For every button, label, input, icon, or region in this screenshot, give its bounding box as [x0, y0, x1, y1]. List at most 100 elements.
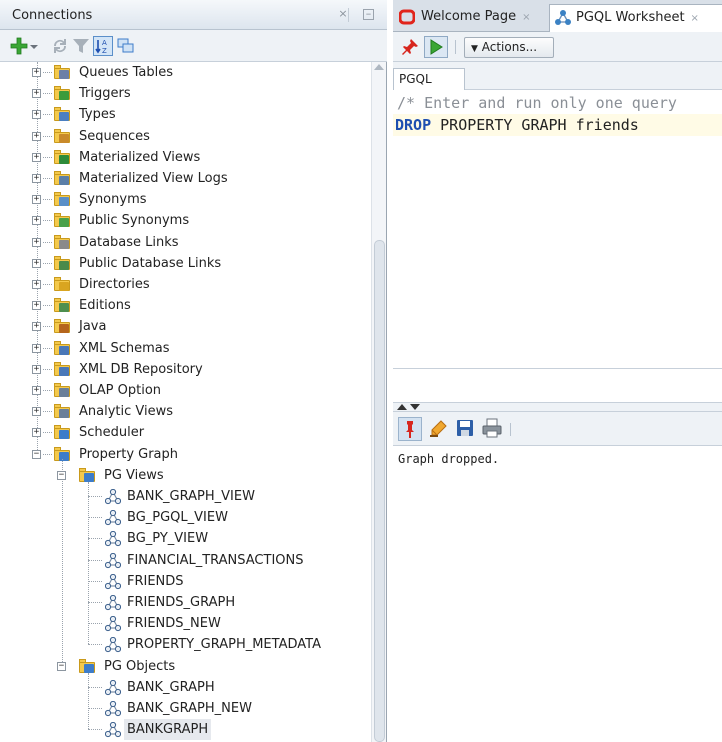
tree-node[interactable]: + Materialized View Logs [0, 168, 371, 189]
refresh-icon[interactable] [51, 37, 69, 55]
tree-node[interactable]: − Property Graph [0, 444, 371, 465]
pin-output-icon[interactable] [398, 417, 422, 441]
clear-output-icon[interactable] [428, 419, 448, 439]
scroll-up-icon[interactable] [374, 64, 384, 70]
print-icon[interactable] [482, 418, 502, 438]
tree-leaf[interactable]: FRIENDS [0, 571, 371, 592]
manage-connections-icon[interactable] [117, 37, 135, 55]
close-icon[interactable]: × [691, 13, 699, 24]
tab-pgql-worksheet[interactable]: PGQL Worksheet × [549, 4, 722, 32]
tree-leaf[interactable]: BG_PGQL_VIEW [0, 507, 371, 528]
synonyms-icon [54, 192, 70, 207]
tree-leaf[interactable]: BG_PY_VIEW [0, 528, 371, 549]
dropdown-arrow-icon[interactable] [30, 37, 38, 55]
graph-icon [105, 679, 121, 695]
tree-leaf[interactable]: BANK_GRAPH_NEW [0, 698, 371, 719]
tree-node-label: Synonyms [79, 192, 147, 208]
expand-icon[interactable]: + [32, 407, 41, 417]
tree-leaf[interactable]: BANKGRAPH [0, 719, 371, 741]
tree-node[interactable]: + Directories [0, 274, 371, 295]
tree-leaf[interactable]: FRIENDS_GRAPH [0, 592, 371, 613]
tree-connector [88, 580, 102, 582]
pane-splitter[interactable] [393, 402, 722, 412]
tree-connector [43, 93, 52, 95]
graph-icon [105, 531, 121, 547]
expand-icon[interactable]: + [32, 322, 41, 332]
output-toolbar [393, 412, 722, 446]
tree-node[interactable]: + Materialized Views [0, 147, 371, 168]
tree-leaf-label: FRIENDS_GRAPH [127, 595, 236, 610]
tree-connector [43, 347, 52, 349]
graph-icon [555, 10, 571, 25]
tree-node[interactable]: + Triggers [0, 83, 371, 104]
pin-icon[interactable] [401, 38, 419, 56]
expand-icon[interactable]: + [32, 216, 41, 226]
tree-connector [43, 326, 52, 328]
collapse-icon[interactable]: − [57, 470, 66, 480]
tree-connector [43, 114, 52, 116]
tree-node[interactable]: + Editions [0, 295, 371, 316]
tree-leaf[interactable]: PROPERTY_GRAPH_METADATA [0, 634, 371, 655]
tree-leaf-label: BANK_GRAPH_VIEW [127, 489, 255, 504]
tree-leaf[interactable]: BANK_GRAPH_VIEW [0, 486, 371, 507]
tree-node[interactable]: + Public Database Links [0, 253, 371, 274]
tree-leaf[interactable]: FRIENDS_NEW [0, 613, 371, 634]
tree-node[interactable]: + Synonyms [0, 189, 371, 210]
tab-welcome-page[interactable]: Welcome Page × [395, 4, 547, 32]
tree-leaf[interactable]: FINANCIAL_TRANSACTIONS [0, 550, 371, 571]
tree-node[interactable]: + Sequences [0, 126, 371, 147]
tree-node[interactable]: + XML DB Repository [0, 359, 371, 380]
tree-node-pg-objects[interactable]: − PG Objects [0, 656, 371, 677]
run-icon[interactable] [424, 36, 448, 58]
tree-connector [43, 178, 52, 179]
tree-node[interactable]: + Public Synonyms [0, 210, 371, 231]
expand-icon[interactable]: + [32, 301, 41, 311]
tree-connector [43, 72, 52, 73]
vertical-scrollbar[interactable] [371, 62, 386, 742]
schema-browser-icon[interactable]: AZ [93, 36, 113, 56]
expand-icon[interactable]: + [32, 68, 41, 77]
tree-node[interactable]: + Queues Tables [0, 62, 371, 83]
worksheet-toolbar: ▼ Actions... [393, 32, 722, 62]
graph-icon [105, 595, 121, 611]
expand-icon[interactable]: + [32, 428, 41, 438]
expand-icon[interactable]: + [32, 258, 41, 268]
tree-leaf-label: FRIENDS_NEW [127, 616, 221, 632]
tree-node[interactable]: + Types [0, 104, 371, 125]
tab-pgql[interactable]: PGQL [393, 68, 465, 90]
expand-icon[interactable]: + [32, 280, 41, 289]
collapse-icon[interactable]: − [57, 661, 66, 671]
save-icon[interactable] [456, 419, 474, 437]
expand-icon[interactable]: + [32, 110, 41, 120]
actions-menu-button[interactable]: ▼ Actions... [464, 37, 554, 58]
tree-connector [88, 708, 102, 709]
minimize-icon[interactable]: – [363, 8, 374, 20]
expand-icon[interactable]: + [32, 343, 41, 353]
collapse-expand-icon[interactable] [396, 403, 422, 411]
expand-icon[interactable]: + [32, 195, 41, 205]
tree-node-label: Queues Tables [79, 65, 174, 80]
close-icon[interactable]: × [522, 12, 530, 23]
expand-icon[interactable]: + [32, 152, 41, 162]
expand-icon[interactable]: + [32, 364, 41, 374]
add-connection-icon[interactable] [10, 37, 28, 55]
collapse-icon[interactable]: − [32, 449, 41, 459]
analytic-views-icon [54, 404, 70, 419]
tree-leaf[interactable]: BANK_GRAPH [0, 677, 371, 698]
expand-icon[interactable]: + [32, 174, 41, 183]
expand-icon[interactable]: + [32, 89, 41, 99]
graph-icon [105, 722, 121, 738]
tree-node[interactable]: + Analytic Views [0, 401, 371, 422]
query-editor[interactable]: /* Enter and run only one query DROP PRO… [393, 90, 722, 368]
tree-node-pg-views[interactable]: − PG Views [0, 465, 371, 486]
tree-node[interactable]: + Java [0, 316, 371, 337]
tree-node[interactable]: + Scheduler [0, 422, 371, 443]
expand-icon[interactable]: + [32, 237, 41, 247]
filter-icon[interactable] [72, 37, 90, 55]
expand-icon[interactable]: + [32, 386, 41, 395]
expand-icon[interactable]: + [32, 131, 41, 141]
tree-node[interactable]: + XML Schemas [0, 338, 371, 359]
tree-node[interactable]: + OLAP Option [0, 380, 371, 401]
scrollbar-thumb[interactable] [374, 240, 385, 742]
tree-node[interactable]: + Database Links [0, 232, 371, 253]
